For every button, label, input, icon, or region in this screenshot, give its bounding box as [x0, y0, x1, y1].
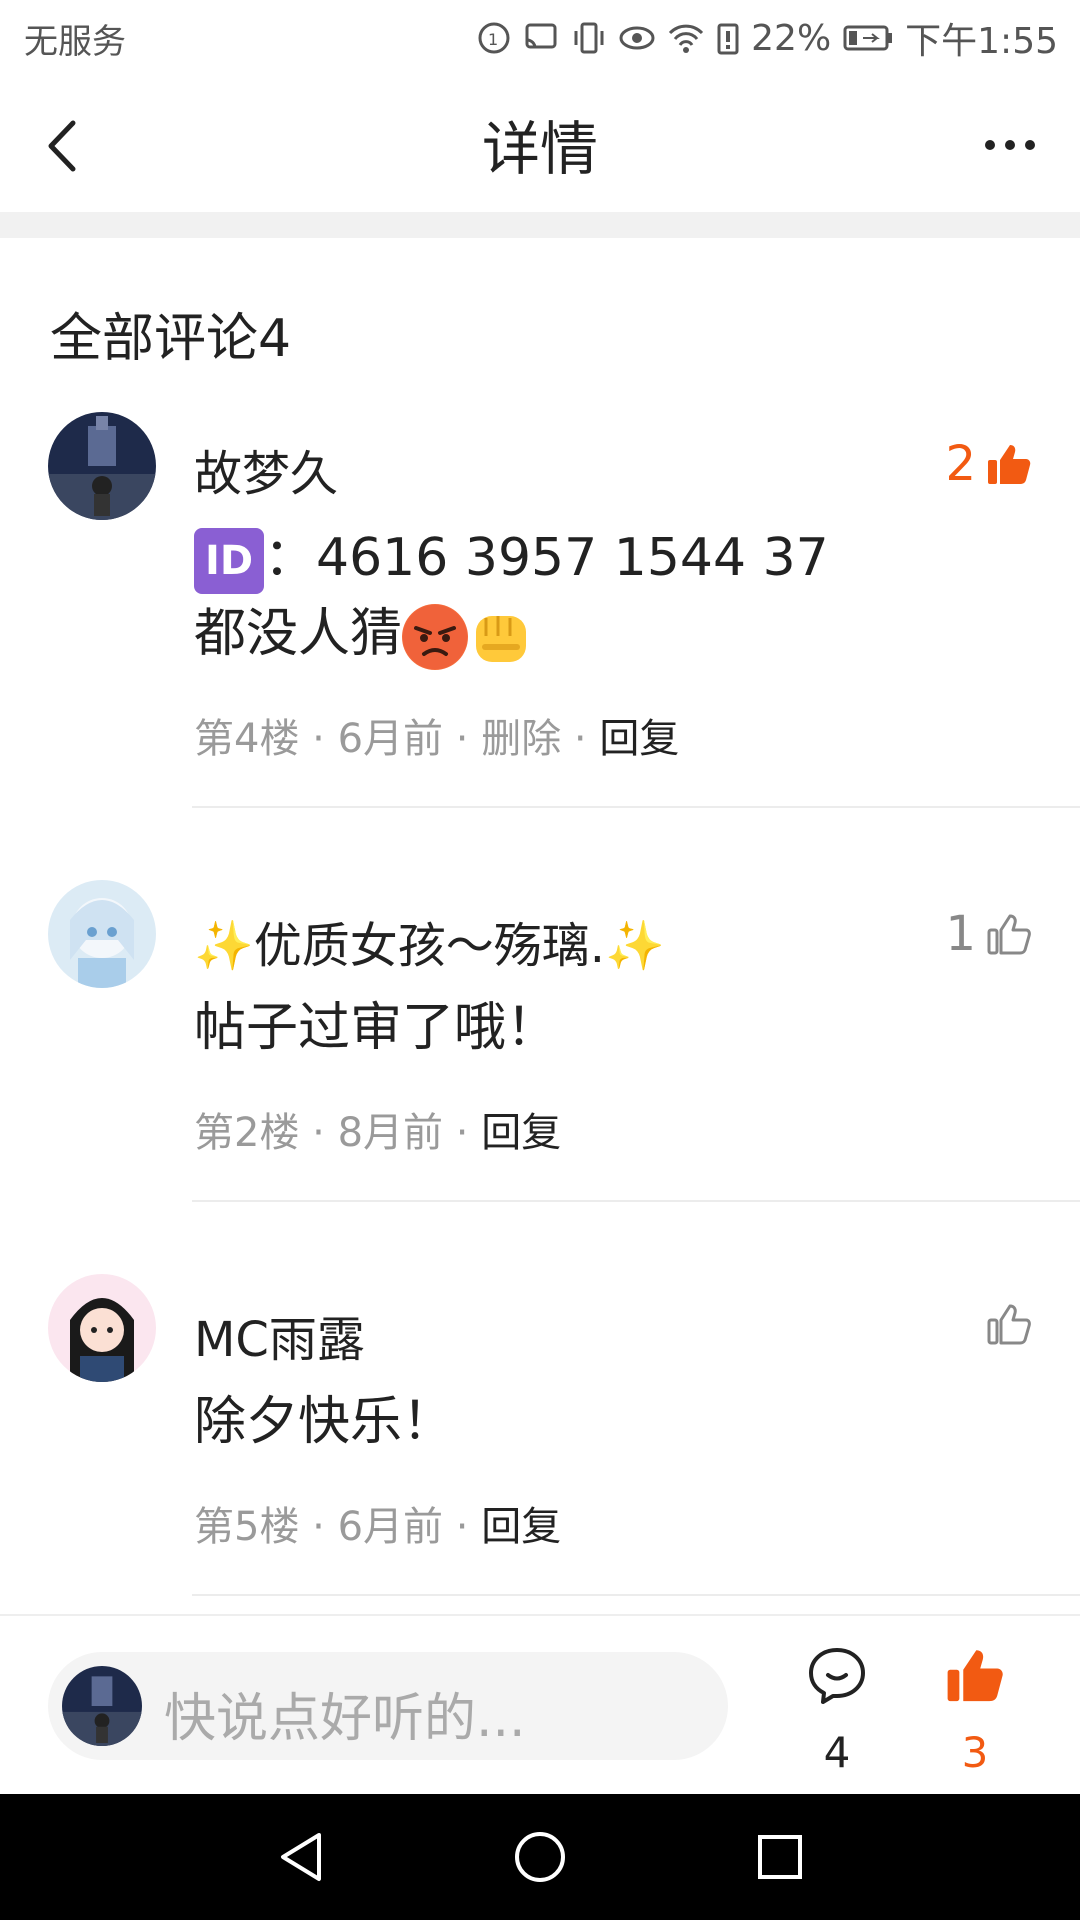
clock: 下午1:55	[905, 21, 1058, 62]
comment-body-line2: 都没人猜	[194, 596, 534, 672]
like-button[interactable]: 2	[945, 436, 1032, 492]
section-separator	[0, 212, 1080, 238]
comment-body: ID ：4616 3957 1544 37	[194, 520, 829, 596]
comment-bubble-icon	[809, 1648, 865, 1704]
circle-home-icon	[515, 1832, 565, 1882]
comment-meta: 第4楼 · 6月前 · 删除 · 回复	[194, 716, 680, 762]
comment-meta: 第5楼 · 6月前 · 回复	[194, 1504, 562, 1550]
thumbs-up-outline-icon	[987, 1304, 1031, 1345]
comment-input[interactable]: 快说点好听的...	[48, 1652, 728, 1760]
input-placeholder: 快说点好听的...	[164, 1689, 526, 1749]
thumbs-up-filled-icon	[988, 445, 1031, 484]
battery-percent: 22%	[751, 17, 832, 59]
comment-body: 除夕快乐！	[194, 1392, 455, 1452]
system-nav-bar	[0, 1794, 1080, 1920]
reply-link[interactable]: 回复	[599, 716, 679, 762]
battery-icon	[843, 24, 893, 52]
status-bar: 无服务 1 22% 下午1:55	[0, 0, 1080, 76]
avatar[interactable]	[48, 1274, 156, 1382]
floor-label: 第4楼	[194, 716, 300, 762]
like-button[interactable]: 1	[945, 906, 1032, 962]
comment-author[interactable]: ✨优质女孩～殇璃.✨	[194, 906, 665, 976]
time-label: 8月前	[337, 1110, 444, 1156]
thumbs-up-filled-icon	[947, 1650, 1003, 1702]
thumbs-up-outline-icon	[987, 914, 1031, 955]
comment-meta: 第2楼 · 8月前 · 回复	[194, 1110, 562, 1156]
comment-body: 帖子过审了哦！	[194, 998, 559, 1058]
comment-author[interactable]: MC雨露	[194, 1300, 365, 1370]
time-label: 6月前	[337, 1504, 444, 1550]
page-title: 详情	[481, 115, 598, 183]
cast-icon	[523, 22, 559, 54]
nav-back-button[interactable]	[266, 1822, 336, 1892]
divider	[192, 1200, 1080, 1202]
time-label: 6月前	[337, 716, 444, 762]
wifi-icon	[667, 22, 705, 54]
status-icons: 1 22% 下午1:55	[477, 12, 1058, 64]
avatar	[62, 1666, 142, 1746]
more-button[interactable]	[970, 110, 1050, 180]
nfc-icon: 1	[477, 21, 511, 55]
svg-text:1: 1	[488, 30, 498, 49]
post-like-button[interactable]: 3	[930, 1646, 1020, 1777]
avatar[interactable]	[48, 880, 156, 988]
id-badge-icon: ID	[194, 528, 264, 594]
title-bar: 详情	[0, 76, 1080, 212]
reply-link[interactable]: 回复	[481, 1504, 561, 1550]
like-button[interactable]	[976, 1302, 1032, 1346]
avatar[interactable]	[48, 412, 156, 520]
battery-alert-icon	[717, 21, 739, 55]
reply-link[interactable]: 回复	[481, 1110, 561, 1156]
delete-link[interactable]: 删除	[481, 716, 561, 762]
comment-text-line2: 都没人猜	[194, 604, 403, 664]
comments-button[interactable]: 4	[792, 1646, 882, 1777]
carrier-text: 无服务	[24, 22, 126, 62]
comment-count: 4	[823, 1728, 851, 1777]
floor-label: 第2楼	[194, 1110, 300, 1156]
comment-text-line1: ：4616 3957 1544 37	[264, 528, 829, 588]
more-dots-icon	[985, 140, 995, 150]
eye-icon	[619, 23, 655, 53]
comment-bar: 快说点好听的... 4 3	[0, 1614, 1080, 1796]
like-count: 1	[945, 906, 976, 962]
post-like-count: 3	[961, 1728, 989, 1777]
divider	[192, 1594, 1080, 1596]
divider	[192, 806, 1080, 808]
vibrate-icon	[571, 21, 607, 55]
floor-label: 第5楼	[194, 1504, 300, 1550]
nav-recents-button[interactable]	[745, 1822, 815, 1892]
nav-home-button[interactable]	[505, 1822, 575, 1892]
triangle-back-icon	[281, 1833, 321, 1881]
comment-author[interactable]: 故梦久	[194, 434, 338, 504]
angry-face-emoji-icon	[402, 604, 469, 670]
like-count: 2	[945, 436, 976, 492]
fist-emoji-icon	[468, 604, 534, 670]
square-recents-icon	[758, 1835, 802, 1879]
comments-heading: 全部评论4	[50, 309, 292, 369]
